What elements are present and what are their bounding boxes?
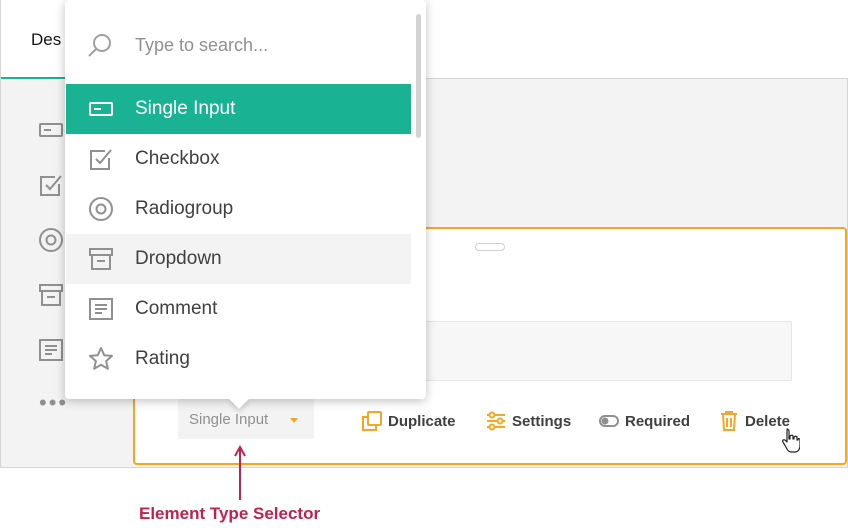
delete-button[interactable]: Delete [718, 409, 790, 433]
menu-item-label: Radiogroup [135, 198, 234, 219]
rating-icon [88, 346, 114, 372]
menu-item-single-input[interactable]: Single Input [66, 84, 411, 134]
drag-handle[interactable] [475, 243, 505, 251]
dropdown-icon [88, 246, 114, 272]
toolbox-radiogroup-icon[interactable] [37, 226, 65, 254]
tab-designer-label: Des [31, 30, 62, 49]
duplicate-label: Duplicate [388, 412, 456, 430]
duplicate-button[interactable]: Duplicate [361, 409, 456, 433]
menu-item-label: Dropdown [135, 248, 222, 269]
duplicate-icon [362, 411, 382, 431]
menu-item-comment[interactable]: Comment [66, 284, 411, 334]
menu-item-label: Comment [135, 298, 218, 319]
radiogroup-icon [88, 196, 114, 222]
toolbox-comment-icon[interactable] [37, 336, 65, 364]
search-icon [87, 32, 113, 58]
settings-icon [487, 411, 505, 431]
toolbox-checkbox-icon[interactable] [37, 171, 65, 199]
toolbox-single-input-icon[interactable] [37, 116, 65, 144]
scrollbar[interactable] [416, 14, 421, 138]
element-type-dropdown: Single Input Checkbox Radiogroup Dropdow… [65, 0, 426, 399]
search-input[interactable] [127, 28, 397, 62]
toolbox-more-button[interactable]: ••• [39, 392, 68, 414]
menu-item-label: Rating [135, 348, 190, 369]
answer-input-preview[interactable] [422, 321, 792, 381]
callout-label: Element Type Selector [139, 504, 321, 523]
menu-item-radiogroup[interactable]: Radiogroup [66, 184, 411, 234]
settings-button[interactable]: Settings [485, 409, 571, 433]
trash-icon [721, 411, 737, 431]
checkbox-icon [88, 146, 114, 172]
menu-item-rating[interactable]: Rating [66, 334, 411, 384]
menu-item-dropdown[interactable]: Dropdown [66, 234, 411, 284]
menu-item-checkbox[interactable]: Checkbox [66, 134, 411, 184]
callout-arrow-icon [234, 444, 246, 500]
menu-item-label: Checkbox [135, 148, 220, 169]
settings-label: Settings [512, 412, 572, 430]
required-toggle[interactable]: Required [598, 409, 690, 433]
toggle-icon [599, 415, 619, 427]
comment-icon [88, 296, 114, 322]
element-type-selector[interactable]: Single Input [178, 399, 314, 439]
chevron-down-icon [290, 418, 298, 423]
menu-item-label: Single Input [135, 98, 236, 119]
hand-cursor-icon [782, 428, 800, 453]
toolbox-dropdown-icon[interactable] [37, 281, 65, 309]
element-type-selector-label: Single Input [189, 411, 269, 428]
required-label: Required [625, 412, 691, 430]
single-input-icon [88, 96, 114, 122]
